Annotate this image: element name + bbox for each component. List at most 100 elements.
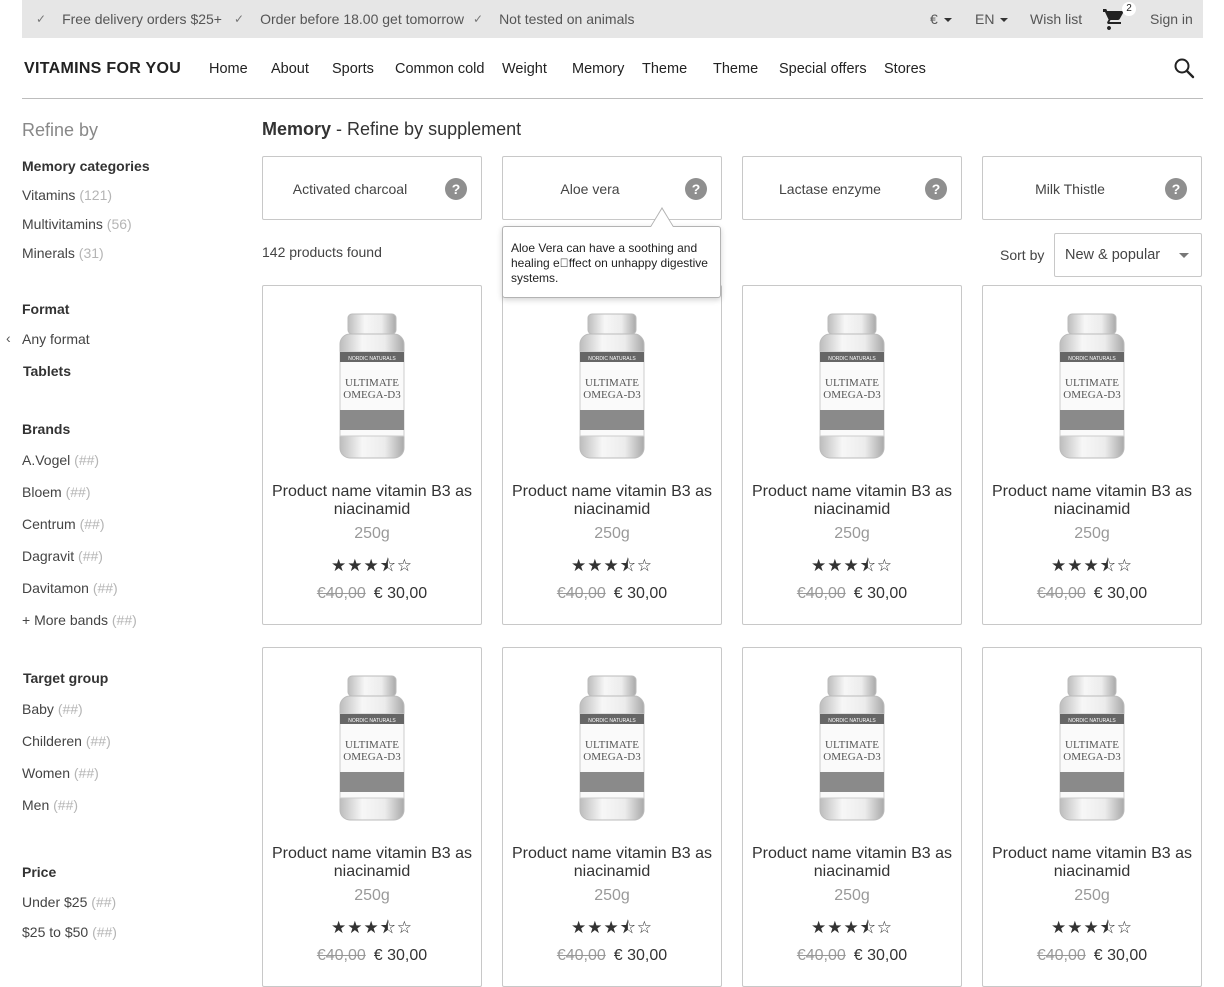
nav-stores[interactable]: Stores bbox=[884, 61, 926, 77]
product-card[interactable]: NORDIC NATURALS ULTIMATE OMEGA-D3 Product n… bbox=[982, 647, 1202, 987]
star-rating: ★★★⯪☆ bbox=[570, 918, 654, 937]
product-price: €40,00 € 30,00 bbox=[263, 947, 481, 965]
filter-target[interactable]: Women (##) bbox=[22, 765, 99, 781]
filter-vitamins[interactable]: Vitamins (121) bbox=[22, 187, 112, 203]
sort-select[interactable]: New & popular bbox=[1054, 233, 1202, 277]
supplement-label: Lactase enzyme bbox=[779, 181, 881, 197]
product-name[interactable]: Product name vitamin B3 as niacinamid bbox=[503, 483, 721, 519]
nav-memory[interactable]: Memory bbox=[572, 61, 624, 77]
language-selector[interactable]: EN bbox=[975, 11, 1009, 27]
filter-brand[interactable]: Davitamon (##) bbox=[22, 580, 118, 596]
product-image[interactable]: NORDIC NATURALS ULTIMATE OMEGA-D3 bbox=[572, 312, 652, 462]
product-image[interactable]: NORDIC NATURALS ULTIMATE OMEGA-D3 bbox=[332, 312, 412, 462]
product-card[interactable]: NORDIC NATURALS ULTIMATE OMEGA-D3 Product n… bbox=[982, 285, 1202, 625]
star-rating: ★★★⯪☆ bbox=[810, 918, 894, 937]
nav-special-offers[interactable]: Special offers bbox=[779, 61, 867, 77]
filter-count: (##) bbox=[53, 797, 79, 813]
product-price: €40,00 € 30,00 bbox=[263, 585, 481, 603]
filter-target[interactable]: Men (##) bbox=[22, 797, 78, 813]
help-icon[interactable]: ? bbox=[1165, 178, 1187, 200]
filter-count: (##) bbox=[79, 516, 105, 532]
filter-brand[interactable]: Centrum (##) bbox=[22, 516, 104, 532]
bottle-line2: OMEGA-D3 bbox=[583, 751, 641, 763]
product-size: 250g bbox=[1074, 525, 1110, 542]
product-name[interactable]: Product name vitamin B3 as niacinamid bbox=[743, 845, 961, 881]
filter-count: (##) bbox=[57, 701, 83, 717]
bottle-line1: ULTIMATE bbox=[825, 377, 879, 389]
product-name[interactable]: Product name vitamin B3 as niacinamid bbox=[983, 845, 1201, 881]
nav-weight[interactable]: Weight bbox=[502, 61, 547, 77]
supplement-milk-thistle[interactable]: Milk Thistle ? bbox=[982, 156, 1202, 220]
help-icon[interactable]: ? bbox=[925, 178, 947, 200]
nav-sports[interactable]: Sports bbox=[332, 61, 374, 77]
tooltip-arrow-inner bbox=[651, 209, 673, 227]
usp-free-delivery: ✓ Free delivery orders $25+ bbox=[36, 11, 222, 27]
product-name[interactable]: Product name vitamin B3 as niacinamid bbox=[983, 483, 1201, 519]
filter-count: (##) bbox=[91, 894, 117, 910]
product-card[interactable]: NORDIC NATURALS ULTIMATE OMEGA-D3 Product n… bbox=[742, 647, 962, 987]
product-image[interactable]: NORDIC NATURALS ULTIMATE OMEGA-D3 bbox=[812, 312, 892, 462]
supplement-activated-charcoal[interactable]: Activated charcoal ? bbox=[262, 156, 482, 220]
current-price: € 30,00 bbox=[613, 585, 668, 602]
product-price: €40,00 € 30,00 bbox=[983, 947, 1201, 965]
product-name[interactable]: Product name vitamin B3 as niacinamid bbox=[263, 483, 481, 519]
filter-brand[interactable]: Dagravit (##) bbox=[22, 548, 103, 564]
supplement-label: Aloe vera bbox=[560, 181, 620, 197]
format-selected: Tablets bbox=[23, 363, 71, 379]
product-card[interactable]: NORDIC NATURALS ULTIMATE OMEGA-D3 Product n… bbox=[262, 285, 482, 625]
nav-theme[interactable]: Theme bbox=[642, 61, 687, 77]
usp-order-before: ✓ Order before 18.00 get tomorrow bbox=[234, 11, 464, 27]
wishlist-link[interactable]: Wish list bbox=[1030, 11, 1082, 27]
check-icon: ✓ bbox=[234, 12, 245, 26]
top-bar: ✓ Free delivery orders $25+ ✓ Order befo… bbox=[22, 0, 1203, 38]
filter-label: Baby bbox=[22, 701, 54, 717]
nav-about[interactable]: About bbox=[271, 61, 309, 77]
help-icon[interactable]: ? bbox=[445, 178, 467, 200]
product-image[interactable]: NORDIC NATURALS ULTIMATE OMEGA-D3 bbox=[812, 674, 892, 824]
product-size: 250g bbox=[834, 887, 870, 904]
product-card[interactable]: NORDIC NATURALS ULTIMATE OMEGA-D3 Product n… bbox=[502, 647, 722, 987]
product-name[interactable]: Product name vitamin B3 as niacinamid bbox=[263, 845, 481, 881]
product-image[interactable]: NORDIC NATURALS ULTIMATE OMEGA-D3 bbox=[1052, 674, 1132, 824]
product-image[interactable]: NORDIC NATURALS ULTIMATE OMEGA-D3 bbox=[572, 674, 652, 824]
product-card[interactable]: NORDIC NATURALS ULTIMATE OMEGA-D3 Product n… bbox=[262, 647, 482, 987]
nav-home[interactable]: Home bbox=[209, 61, 248, 77]
current-price: € 30,00 bbox=[373, 947, 428, 964]
search-icon[interactable] bbox=[1173, 57, 1195, 79]
site-header: VITAMINS FOR YOU Home About Sports Commo… bbox=[22, 39, 1203, 99]
cart-button[interactable]: 2 bbox=[1102, 2, 1136, 30]
logo[interactable]: VITAMINS FOR YOU bbox=[24, 60, 181, 78]
filter-count: (##) bbox=[92, 924, 117, 940]
filter-price[interactable]: Under $25 (##) bbox=[22, 894, 116, 910]
filter-label: Bloem bbox=[22, 484, 62, 500]
filter-count: (##) bbox=[74, 452, 100, 468]
star-rating: ★★★⯪☆ bbox=[1050, 918, 1134, 937]
product-image[interactable]: NORDIC NATURALS ULTIMATE OMEGA-D3 bbox=[1052, 312, 1132, 462]
product-name[interactable]: Product name vitamin B3 as niacinamid bbox=[743, 483, 961, 519]
sign-in-link[interactable]: Sign in bbox=[1150, 11, 1193, 27]
filter-label: $25 to $50 bbox=[22, 924, 89, 940]
filter-price[interactable]: $25 to $50 (##) bbox=[22, 924, 117, 940]
nav-theme-2[interactable]: Theme bbox=[713, 61, 758, 77]
filter-minerals[interactable]: Minerals (31) bbox=[22, 245, 104, 261]
product-card[interactable]: NORDIC NATURALS ULTIMATE OMEGA-D3 Product n… bbox=[742, 285, 962, 625]
filter-count: (31) bbox=[78, 245, 104, 261]
help-icon[interactable]: ? bbox=[685, 178, 707, 200]
current-price: € 30,00 bbox=[853, 947, 908, 964]
filter-brand[interactable]: A.Vogel (##) bbox=[22, 452, 99, 468]
filter-label: A.Vogel bbox=[22, 452, 71, 468]
filter-target[interactable]: Childeren (##) bbox=[22, 733, 111, 749]
more-brands-link[interactable]: + More bands (##) bbox=[22, 612, 137, 628]
nav-common-cold[interactable]: Common cold bbox=[395, 61, 484, 77]
product-name[interactable]: Product name vitamin B3 as niacinamid bbox=[503, 845, 721, 881]
filter-target[interactable]: Baby (##) bbox=[22, 701, 83, 717]
supplement-aloe-vera[interactable]: Aloe vera ? bbox=[502, 156, 722, 220]
product-card[interactable]: NORDIC NATURALS ULTIMATE OMEGA-D3 Product n… bbox=[502, 285, 722, 625]
supplement-lactase-enzyme[interactable]: Lactase enzyme ? bbox=[742, 156, 962, 220]
product-image[interactable]: NORDIC NATURALS ULTIMATE OMEGA-D3 bbox=[332, 674, 412, 824]
current-price: € 30,00 bbox=[373, 585, 428, 602]
format-any[interactable]: Any format bbox=[22, 331, 90, 347]
filter-multivitamins[interactable]: Multivitamins (56) bbox=[22, 216, 132, 232]
filter-brand[interactable]: Bloem (##) bbox=[22, 484, 90, 500]
currency-selector[interactable]: € bbox=[930, 11, 952, 27]
